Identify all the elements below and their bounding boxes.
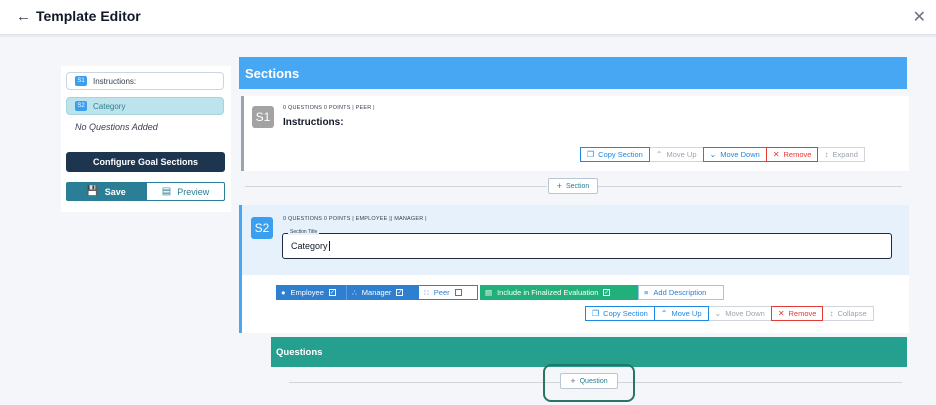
- plus-icon: +: [556, 181, 562, 191]
- move-down-label: Move Down: [720, 150, 760, 159]
- copy-section-button[interactable]: ❐ Copy Section: [585, 306, 655, 321]
- expand-button[interactable]: ↕ Expand: [817, 147, 865, 162]
- copy-icon: ❐: [587, 150, 595, 159]
- include-label: Include in Finalized Evaluation: [497, 288, 599, 297]
- section-meta: 0 QUESTIONS 0 POINTS | EMPLOYEE || MANAG…: [283, 216, 427, 222]
- divider-line: [289, 382, 560, 383]
- preview-button[interactable]: ▤ Preview: [146, 182, 225, 201]
- group-icon: ∷: [424, 288, 429, 297]
- include-evaluation-toggle[interactable]: ▤ Include in Finalized Evaluation ✓: [480, 285, 638, 300]
- preview-label: Preview: [177, 186, 210, 197]
- divider-line: [245, 186, 547, 187]
- preview-icon: ▤: [161, 186, 172, 197]
- org-icon: ∴: [352, 288, 357, 297]
- section-badge: S1: [252, 106, 274, 128]
- collapse-icon: ↕: [829, 309, 834, 318]
- employee-label: Employee: [290, 288, 324, 297]
- employee-toggle[interactable]: ● Employee ✓: [276, 285, 346, 300]
- move-down-label: Move Down: [725, 309, 765, 318]
- add-description-button[interactable]: ≡ Add Description: [638, 285, 724, 300]
- section-controls: ❐ Copy Section ⌃ Move Up ⌄ Move Down ✕ Remov…: [580, 147, 865, 162]
- arrow-left-icon[interactable]: ←: [16, 8, 31, 25]
- copy-section-label: Copy Section: [598, 150, 643, 159]
- copy-section-label: Copy Section: [603, 309, 648, 318]
- chevron-down-icon: ⌄: [714, 309, 722, 318]
- remove-button[interactable]: ✕ Remove: [765, 147, 819, 162]
- add-section-label: Section: [565, 182, 590, 190]
- section-card-s2: S2 0 QUESTIONS 0 POINTS | EMPLOYEE || MA…: [239, 205, 909, 333]
- save-label: Save: [104, 186, 126, 197]
- divider-line: [598, 186, 902, 187]
- add-description-label: Add Description: [653, 288, 707, 297]
- save-button[interactable]: 💾 Save: [66, 182, 146, 201]
- section-options-panel: [242, 275, 909, 333]
- divider-line: [618, 382, 902, 383]
- top-bar-shadow: [0, 34, 936, 38]
- save-icon: 💾: [86, 186, 99, 197]
- remove-label: Remove: [788, 309, 817, 318]
- sections-header: Sections: [239, 57, 907, 89]
- checkbox-checked-icon: ✓: [328, 289, 336, 296]
- manager-label: Manager: [361, 288, 392, 297]
- section-title-field[interactable]: Section Title Category: [282, 229, 892, 259]
- section-meta: 0 QUESTIONS 0 POINTS | PEER |: [283, 105, 375, 111]
- checkbox-checked-icon: ✓: [396, 289, 404, 296]
- move-down-button[interactable]: ⌄ Move Down: [702, 147, 767, 162]
- close-icon: ✕: [777, 309, 785, 318]
- top-bar: ← Template Editor ✕: [0, 0, 936, 35]
- focus-highlight: [543, 364, 635, 402]
- lines-icon: ≡: [644, 288, 649, 297]
- chevron-up-icon: ⌃: [660, 309, 668, 318]
- close-icon: ✕: [772, 150, 780, 159]
- sidebar-item-label: Category: [93, 101, 126, 111]
- section-title-input[interactable]: Category: [291, 241, 330, 251]
- section-badge: S1: [75, 76, 87, 86]
- configure-goal-sections-button[interactable]: Configure Goal Sections: [66, 152, 225, 172]
- peer-toggle[interactable]: ∷ Peer: [418, 285, 478, 300]
- checkbox-checked-icon: ✓: [603, 289, 611, 296]
- collapse-label: Collapse: [837, 309, 867, 318]
- peer-label: Peer: [433, 288, 450, 297]
- section-badge: S2: [75, 101, 87, 111]
- sidebar-item-s2[interactable]: S2 Category: [66, 97, 224, 115]
- field-label: Section Title: [288, 229, 320, 235]
- chevron-up-icon: ⌃: [655, 150, 663, 159]
- copy-section-button[interactable]: ❐ Copy Section: [580, 147, 650, 162]
- section-title: Instructions:: [283, 117, 344, 128]
- sidebar-item-label: Instructions:: [93, 76, 137, 86]
- section-controls: ❐ Copy Section ⌃ Move Up ⌄ Move Down ✕ Remov…: [585, 306, 874, 321]
- close-icon[interactable]: ✕: [913, 7, 926, 27]
- section-sidebar: S1 Instructions: S2 Category No Question…: [61, 66, 231, 212]
- manager-toggle[interactable]: ∴ Manager ✓: [346, 285, 418, 300]
- move-down-button[interactable]: ⌄ Move Down: [707, 306, 772, 321]
- collapse-button[interactable]: ↕ Collapse: [822, 306, 874, 321]
- sidebar-item-s1[interactable]: S1 Instructions:: [66, 72, 224, 90]
- expand-label: Expand: [832, 150, 858, 159]
- document-icon: ▤: [485, 288, 493, 297]
- remove-button[interactable]: ✕ Remove: [770, 306, 824, 321]
- no-questions-text: No Questions Added: [75, 122, 158, 132]
- move-up-button[interactable]: ⌃ Move Up: [653, 306, 709, 321]
- chevron-down-icon: ⌄: [709, 150, 717, 159]
- section-badge: S2: [251, 217, 273, 239]
- checkbox-empty-icon: [454, 289, 462, 296]
- move-up-button[interactable]: ⌃ Move Up: [648, 147, 704, 162]
- move-up-label: Move Up: [671, 309, 702, 318]
- page-title: Template Editor: [36, 8, 141, 24]
- expand-icon: ↕: [824, 150, 829, 159]
- move-up-label: Move Up: [666, 150, 697, 159]
- remove-label: Remove: [783, 150, 812, 159]
- questions-header: Questions: [271, 337, 907, 367]
- person-icon: ●: [281, 288, 286, 297]
- section-card-s1: S1 0 QUESTIONS 0 POINTS | PEER | Instruc…: [241, 96, 909, 171]
- copy-icon: ❐: [592, 309, 600, 318]
- add-section-button[interactable]: + Section: [548, 178, 598, 194]
